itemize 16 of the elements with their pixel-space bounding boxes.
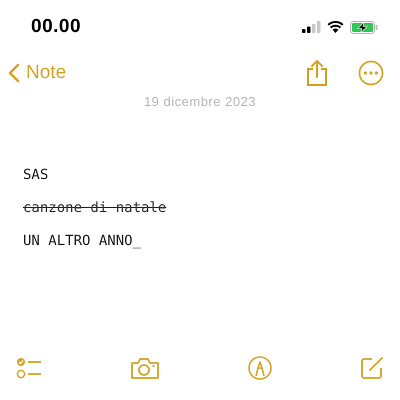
note-line: SAS	[23, 167, 48, 183]
camera-icon[interactable]	[130, 356, 160, 380]
struck-note-line: canzone di natale	[23, 200, 166, 216]
markup-pen-icon[interactable]	[248, 356, 272, 380]
battery-charging-icon	[350, 20, 378, 34]
more-icon[interactable]	[358, 60, 384, 86]
note-date: 19 dicembre 2023	[144, 94, 256, 109]
compose-icon[interactable]	[360, 356, 384, 380]
note-line: UN ALTRO ANNO_	[23, 233, 142, 249]
status-time: 00.00	[31, 16, 82, 38]
back-button[interactable]: Note	[8, 62, 66, 84]
share-icon[interactable]	[306, 59, 328, 87]
checklist-icon[interactable]	[16, 357, 42, 379]
signal-icon	[302, 21, 321, 33]
wifi-icon	[327, 21, 344, 33]
chevron-left-icon	[8, 63, 20, 83]
